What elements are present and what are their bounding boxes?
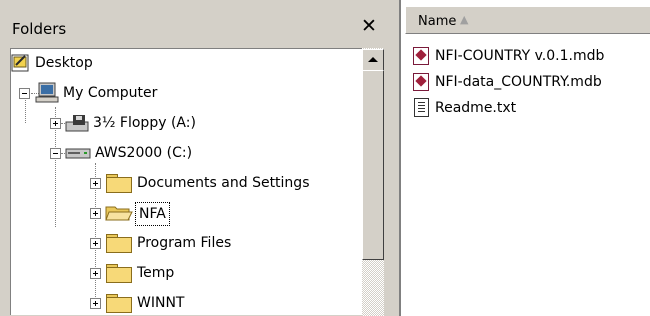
tree-item-label: Program Files <box>137 235 232 251</box>
folder-icon <box>105 234 132 253</box>
close-folders-pane-button[interactable]: ✕ <box>358 15 380 37</box>
tree-item-label: Desktop <box>35 55 93 71</box>
floppy-drive-icon <box>65 115 89 132</box>
scroll-up-arrow-icon[interactable] <box>362 49 384 71</box>
folder-icon <box>105 174 132 193</box>
name-column-label: Name <box>418 14 457 29</box>
sort-ascending-icon: ▲ <box>460 13 469 26</box>
expand-toggle[interactable] <box>90 238 101 249</box>
file-item-label: Readme.txt <box>435 100 517 116</box>
expand-toggle[interactable] <box>50 118 61 129</box>
tree-item-label: NFA <box>135 202 170 226</box>
expand-toggle[interactable] <box>90 298 101 309</box>
hard-drive-icon <box>65 148 91 159</box>
scrollbar-thumb[interactable] <box>362 70 384 260</box>
desktop-icon <box>11 54 29 72</box>
tree-item-label: Documents and Settings <box>137 175 310 191</box>
tree-item-label: Temp <box>137 265 175 281</box>
tree-item-label: 3½ Floppy (A:) <box>93 115 196 131</box>
text-file-icon <box>414 98 429 117</box>
file-item-label: NFI-COUNTRY v.0.1.mdb <box>435 48 605 64</box>
folder-icon <box>105 264 132 283</box>
tree-item-label: WINNT <box>137 295 185 311</box>
tree-item-label: AWS2000 (C:) <box>95 145 193 161</box>
access-database-icon <box>413 73 429 91</box>
expand-toggle[interactable] <box>90 208 101 219</box>
folder-icon <box>105 294 132 313</box>
folder-tree: Desktop My Computer 3½ Floppy (A:) AWS20… <box>10 48 363 315</box>
access-database-icon <box>413 47 429 65</box>
folder-open-icon <box>105 206 133 221</box>
collapse-toggle[interactable] <box>50 148 61 159</box>
expand-toggle[interactable] <box>90 268 101 279</box>
collapse-toggle[interactable] <box>19 88 30 99</box>
file-item-label: NFI-data_COUNTRY.mdb <box>435 74 602 90</box>
folders-pane-title: Folders <box>12 20 67 38</box>
my-computer-icon <box>35 82 59 103</box>
expand-toggle[interactable] <box>90 178 101 189</box>
tree-item-label: My Computer <box>63 85 158 101</box>
